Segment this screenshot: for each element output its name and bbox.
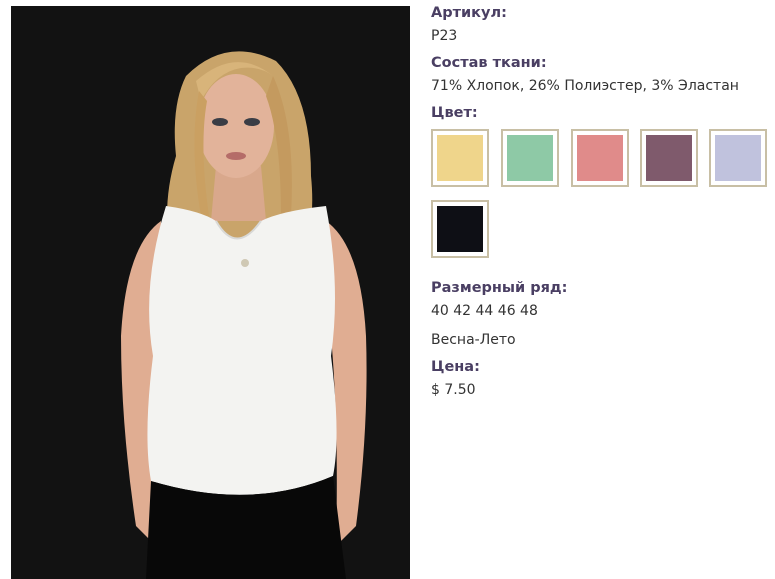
color-swatch-pink[interactable] bbox=[571, 129, 629, 187]
color-swatch-mint[interactable] bbox=[501, 129, 559, 187]
color-swatch-fill bbox=[437, 135, 483, 181]
color-swatch-fill bbox=[507, 135, 553, 181]
product-photo-illustration bbox=[11, 6, 410, 579]
color-swatch-lavender[interactable] bbox=[709, 129, 767, 187]
article-label: Артикул: bbox=[431, 5, 507, 21]
color-swatch-fill bbox=[437, 206, 483, 252]
price-value: $ 7.50 bbox=[431, 382, 476, 398]
color-swatch-fill bbox=[715, 135, 761, 181]
fabric-label: Состав ткани: bbox=[431, 55, 547, 71]
size-value: 40 42 44 46 48 bbox=[431, 303, 538, 319]
color-label: Цвет: bbox=[431, 105, 478, 121]
season-value: Весна-Лето bbox=[431, 332, 516, 348]
price-label: Цена: bbox=[431, 359, 480, 375]
product-details: Размерный ряд: 40 42 44 46 48 Весна-Лето… bbox=[431, 279, 771, 399]
color-swatch-fill bbox=[577, 135, 623, 181]
color-swatch-fill bbox=[646, 135, 692, 181]
color-swatch-yellow[interactable] bbox=[431, 129, 489, 187]
product-info: Артикул: P23 Состав ткани: 71% Хлопок, 2… bbox=[431, 4, 771, 122]
fabric-value: 71% Хлопок, 26% Полиэстер, 3% Эластан bbox=[431, 78, 739, 94]
article-value: P23 bbox=[431, 28, 458, 44]
product-photo[interactable] bbox=[11, 6, 410, 579]
color-swatch-black[interactable] bbox=[431, 200, 489, 258]
color-swatch-mauve[interactable] bbox=[640, 129, 698, 187]
size-label: Размерный ряд: bbox=[431, 280, 568, 296]
